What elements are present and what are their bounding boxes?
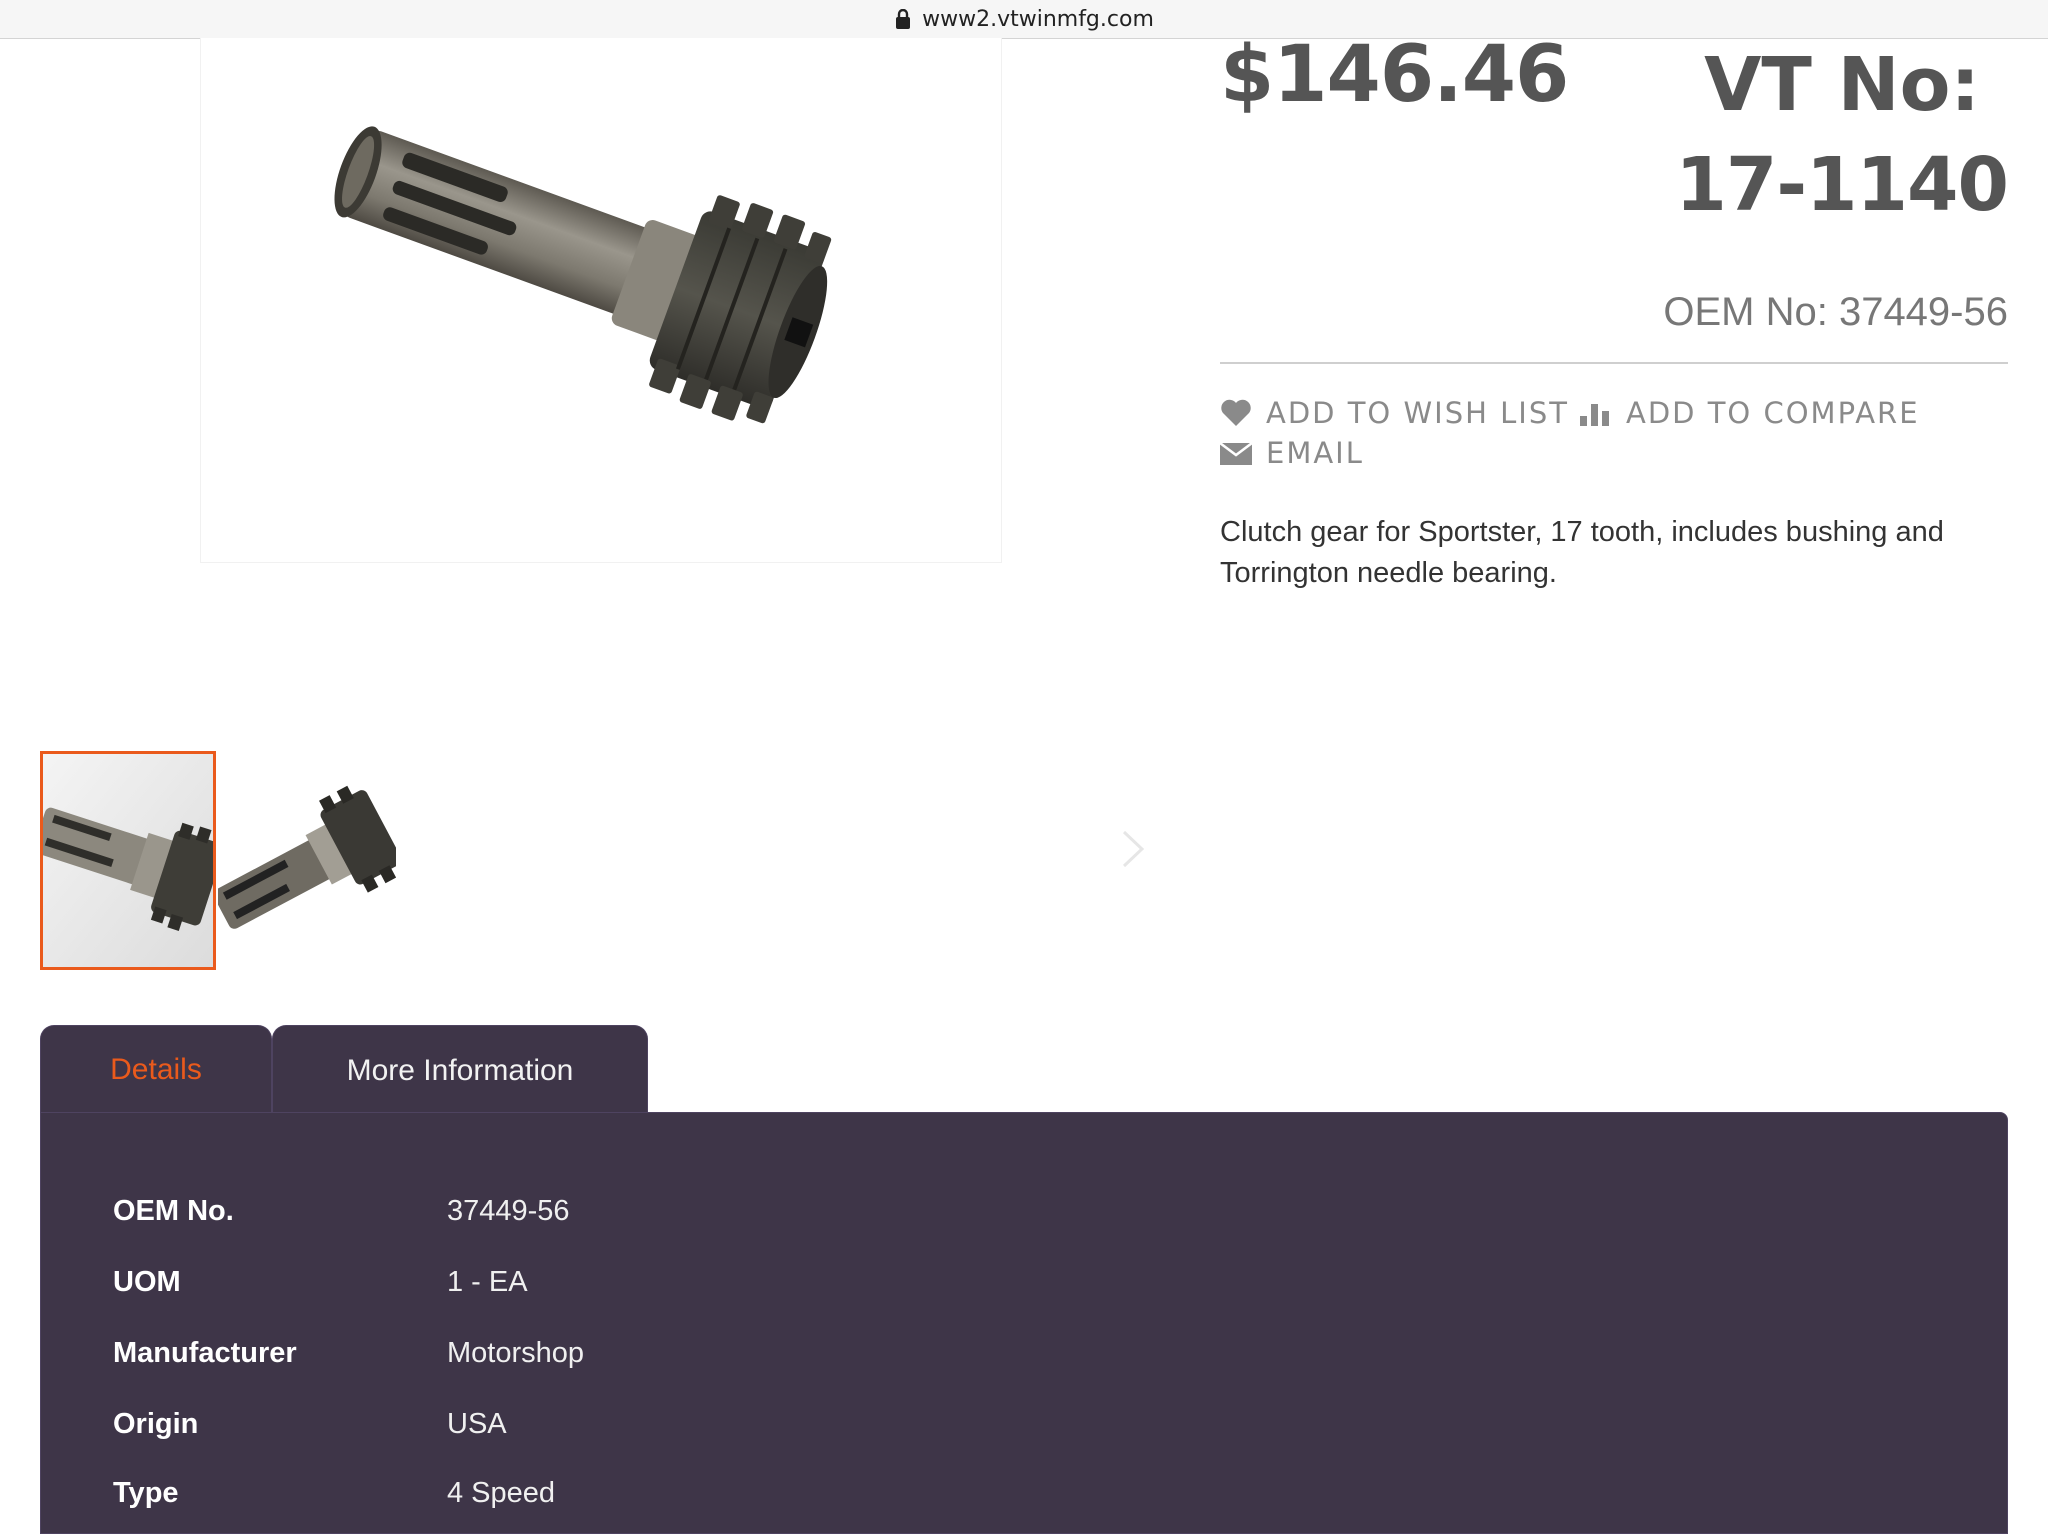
- tab-more-information-label: More Information: [346, 1054, 574, 1087]
- email-label: EMAIL: [1266, 436, 1364, 470]
- detail-label: Origin: [113, 1408, 199, 1440]
- thumbnail-2[interactable]: [218, 751, 396, 973]
- product-price: $146.46: [1220, 30, 1569, 120]
- product-description: Clutch gear for Sportster, 17 tooth, inc…: [1220, 516, 1944, 589]
- detail-value: Motorshop: [447, 1337, 585, 1369]
- tab-details[interactable]: Details: [40, 1025, 272, 1116]
- detail-value: 4 Speed: [447, 1477, 556, 1509]
- clutch-gear-thumbnail: [43, 754, 213, 967]
- clutch-gear-image: [334, 126, 832, 424]
- lock-icon: [896, 9, 911, 29]
- detail-label: Manufacturer: [113, 1337, 297, 1369]
- detail-label: Type: [113, 1477, 179, 1509]
- details-panel: OEM No. 37449-56 UOM 1 - EA Manufacturer…: [40, 1112, 2008, 1534]
- tab-more-information[interactable]: More Information: [272, 1025, 648, 1116]
- bar-chart-icon: [1580, 400, 1612, 426]
- detail-row: Type 4 Speed: [113, 1477, 555, 1510]
- detail-value: USA: [447, 1408, 507, 1440]
- detail-row: UOM 1 - EA: [113, 1266, 528, 1299]
- envelope-icon: [1220, 441, 1252, 465]
- browser-url-bar[interactable]: www2.vtwinmfg.com: [0, 0, 2048, 39]
- add-to-compare-link[interactable]: ADD TO COMPARE: [1580, 396, 1920, 430]
- thumbnail-1[interactable]: [40, 751, 216, 970]
- wish-list-label: ADD TO WISH LIST: [1266, 396, 1569, 430]
- clutch-gear-thumbnail-alt: [218, 751, 396, 973]
- tab-details-label: Details: [110, 1053, 202, 1086]
- vt-number-label: VT No:: [1704, 42, 1980, 128]
- detail-value: 1 - EA: [447, 1266, 528, 1298]
- section-divider: [1220, 362, 2008, 364]
- detail-row: Origin USA: [113, 1408, 507, 1441]
- add-to-wish-list-link[interactable]: ADD TO WISH LIST: [1220, 396, 1569, 430]
- detail-label: OEM No.: [113, 1195, 234, 1227]
- chevron-right-icon[interactable]: [1118, 826, 1148, 872]
- vt-number-value: 17-1140: [1675, 142, 2009, 228]
- detail-row: OEM No. 37449-56: [113, 1195, 570, 1228]
- email-link[interactable]: EMAIL: [1220, 436, 1364, 470]
- detail-value: 37449-56: [447, 1195, 570, 1227]
- heart-icon: [1220, 399, 1252, 427]
- detail-row: Manufacturer Motorshop: [113, 1337, 584, 1370]
- oem-number: OEM No: 37449-56: [1663, 290, 2008, 334]
- detail-label: UOM: [113, 1266, 181, 1298]
- url-text: www2.vtwinmfg.com: [922, 6, 1154, 32]
- compare-label: ADD TO COMPARE: [1626, 396, 1920, 430]
- main-product-image[interactable]: [200, 38, 1002, 563]
